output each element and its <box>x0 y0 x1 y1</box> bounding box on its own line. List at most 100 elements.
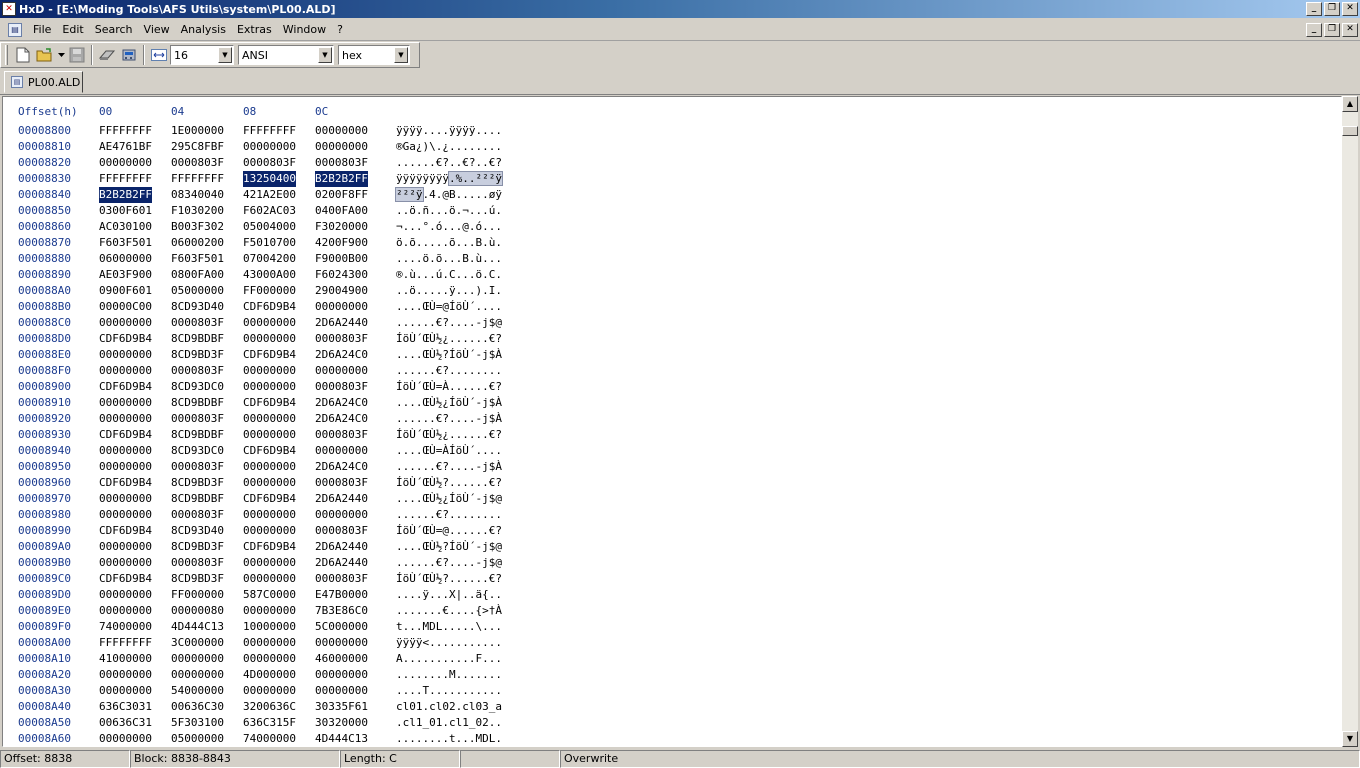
hex-group[interactable]: 587C0000 <box>243 587 296 603</box>
menu-file[interactable]: File <box>28 23 57 36</box>
menu-search[interactable]: Search <box>90 23 139 36</box>
text-column[interactable]: ÍöÙ´ŒÙ½¿......€? <box>396 427 502 443</box>
doc-minimize-button[interactable]: _ <box>1306 22 1322 37</box>
hex-group[interactable]: 0000803F <box>315 523 368 539</box>
hex-group[interactable]: FFFFFFFF <box>243 123 296 139</box>
hex-group[interactable]: 00000000 <box>243 555 296 571</box>
hex-group[interactable]: 8CD9BDBF <box>171 427 224 443</box>
hex-group[interactable]: 00000000 <box>243 603 296 619</box>
hex-group[interactable]: 00000000 <box>243 331 296 347</box>
hex-group[interactable]: 00000000 <box>99 491 152 507</box>
column-header-08[interactable]: 08 <box>243 105 256 118</box>
hex-group[interactable]: 00000000 <box>243 475 296 491</box>
hex-group[interactable]: 00000000 <box>99 603 152 619</box>
hex-editor[interactable]: Offset(h) 00 04 08 0C 00008800 FFFFFFFF 1E… <box>2 96 1342 747</box>
hex-group[interactable]: FFFFFFFF <box>99 635 152 651</box>
hex-group[interactable]: 3C000000 <box>171 635 224 651</box>
hex-group[interactable]: 00000000 <box>171 667 224 683</box>
hex-group[interactable]: CDF6D9B4 <box>243 395 296 411</box>
hex-group[interactable]: 06000200 <box>171 235 224 251</box>
hex-group[interactable]: 636C315F <box>243 715 296 731</box>
hex-group[interactable]: 05004000 <box>243 219 296 235</box>
text-column[interactable]: t...MDL.....\... <box>396 619 502 635</box>
hex-group[interactable]: 4D444C13 <box>171 619 224 635</box>
hex-group[interactable]: 00000000 <box>243 379 296 395</box>
hex-group[interactable]: 4200F900 <box>315 235 368 251</box>
menu-analysis[interactable]: Analysis <box>176 23 232 36</box>
hex-group[interactable]: CDF6D9B4 <box>99 475 152 491</box>
hex-group[interactable]: 00000000 <box>243 635 296 651</box>
document-icon[interactable]: ▤ <box>8 22 22 37</box>
text-column[interactable]: .......€....{>†À <box>396 603 502 619</box>
text-segment[interactable]: .%..²²²ÿ <box>447 171 503 186</box>
hex-group[interactable]: F6024300 <box>315 267 368 283</box>
hex-group[interactable]: 05000000 <box>171 731 224 746</box>
minimize-button[interactable]: _ <box>1306 2 1322 16</box>
hex-group[interactable]: 00000000 <box>315 363 368 379</box>
hex-group[interactable]: 1E000000 <box>171 123 224 139</box>
tab-pl00-ald[interactable]: ▤ PL00.ALD <box>4 71 83 93</box>
hex-row[interactable]: 000089F0 74000000 4D444C13 10000000 5C000000… <box>3 619 1333 635</box>
hex-group[interactable]: 8CD9BD3F <box>171 347 224 363</box>
hex-group[interactable]: 00000000 <box>99 315 152 331</box>
hex-group[interactable]: CDF6D9B4 <box>99 379 152 395</box>
scroll-down-icon[interactable]: ▼ <box>1342 731 1358 747</box>
hex-group[interactable]: E47B0000 <box>315 587 368 603</box>
hex-group[interactable]: 13250400 <box>243 171 296 187</box>
hex-group[interactable]: CDF6D9B4 <box>99 571 152 587</box>
text-column[interactable]: ......€?........ <box>396 507 502 523</box>
hex-group[interactable]: AE4761BF <box>99 139 152 155</box>
hex-group[interactable]: 74000000 <box>99 619 152 635</box>
hex-row[interactable]: 00008A40 636C3031 00636C30 3200636C 30335F61… <box>3 699 1333 715</box>
hex-group[interactable]: 00636C31 <box>99 715 152 731</box>
hex-group[interactable]: 00000000 <box>243 507 296 523</box>
hex-group[interactable]: 00000C00 <box>99 299 152 315</box>
hex-row[interactable]: 00008960 CDF6D9B4 8CD9BD3F 00000000 0000803F… <box>3 475 1333 491</box>
doc-restore-button[interactable]: ❐ <box>1324 22 1340 37</box>
hex-group[interactable]: 2D6A2440 <box>315 491 368 507</box>
hex-group[interactable]: 0000803F <box>171 155 224 171</box>
hex-group[interactable]: B2B2B2FF <box>99 187 152 203</box>
hex-group[interactable]: 2D6A2440 <box>315 555 368 571</box>
hex-row[interactable]: 000088D0 CDF6D9B4 8CD9BDBF 00000000 0000803F… <box>3 331 1333 347</box>
text-column[interactable]: ....ŒÙ½¿ÍöÙ´-j$À <box>396 395 502 411</box>
column-header-00[interactable]: 00 <box>99 105 112 118</box>
column-header-0c[interactable]: 0C <box>315 105 328 118</box>
hex-group[interactable]: 10000000 <box>243 619 296 635</box>
hex-group[interactable]: 8CD9BD3F <box>171 539 224 555</box>
scroll-up-icon[interactable]: ▲ <box>1342 96 1358 112</box>
chevron-down-icon[interactable]: ▼ <box>318 47 332 63</box>
hex-group[interactable]: 8CD9BDBF <box>171 491 224 507</box>
hex-group[interactable]: F1030200 <box>171 203 224 219</box>
hex-group[interactable]: 74000000 <box>243 731 296 746</box>
scrollbar-thumb[interactable] <box>1342 126 1358 136</box>
hex-group[interactable]: 0200F8FF <box>315 187 368 203</box>
hex-group[interactable]: 00000000 <box>99 347 152 363</box>
hex-group[interactable]: 8CD9BDBF <box>171 331 224 347</box>
chevron-down-icon[interactable]: ▼ <box>394 47 408 63</box>
text-segment[interactable]: .4.@B.....øÿ <box>423 188 502 201</box>
hex-group[interactable]: 0400FA00 <box>315 203 368 219</box>
text-column[interactable]: ......€?....-j$À <box>396 411 502 427</box>
hex-group[interactable]: 3200636C <box>243 699 296 715</box>
hex-group[interactable]: 00000000 <box>243 427 296 443</box>
hex-row[interactable]: 00008910 00000000 8CD9BDBF CDF6D9B4 2D6A24C0… <box>3 395 1333 411</box>
hex-row[interactable]: 00008980 00000000 0000803F 00000000 00000000… <box>3 507 1333 523</box>
text-column[interactable]: ....T........... <box>396 683 502 699</box>
hex-group[interactable]: 06000000 <box>99 251 152 267</box>
hex-group[interactable]: 0900F601 <box>99 283 152 299</box>
menu-view[interactable]: View <box>139 23 176 36</box>
hex-group[interactable]: CDF6D9B4 <box>99 331 152 347</box>
hex-group[interactable]: 8CD93DC0 <box>171 443 224 459</box>
hex-group[interactable]: B003F302 <box>171 219 224 235</box>
text-column[interactable]: ®.ù...ú.C...ö.C. <box>396 267 502 283</box>
hex-group[interactable]: 0000803F <box>315 427 368 443</box>
text-column[interactable]: ÿÿÿÿ<........... <box>396 635 502 651</box>
hex-row[interactable]: 00008800 FFFFFFFF 1E000000 FFFFFFFF 00000000… <box>3 123 1333 139</box>
hex-group[interactable]: 00000000 <box>315 507 368 523</box>
open-disk-icon[interactable] <box>96 44 118 66</box>
hex-group[interactable]: AC030100 <box>99 219 152 235</box>
bytes-per-row-select[interactable]: 16 ▼ <box>170 45 234 65</box>
column-header-04[interactable]: 04 <box>171 105 184 118</box>
hex-row[interactable]: 00008890 AE03F900 0800FA00 43000A00 F6024300… <box>3 267 1333 283</box>
